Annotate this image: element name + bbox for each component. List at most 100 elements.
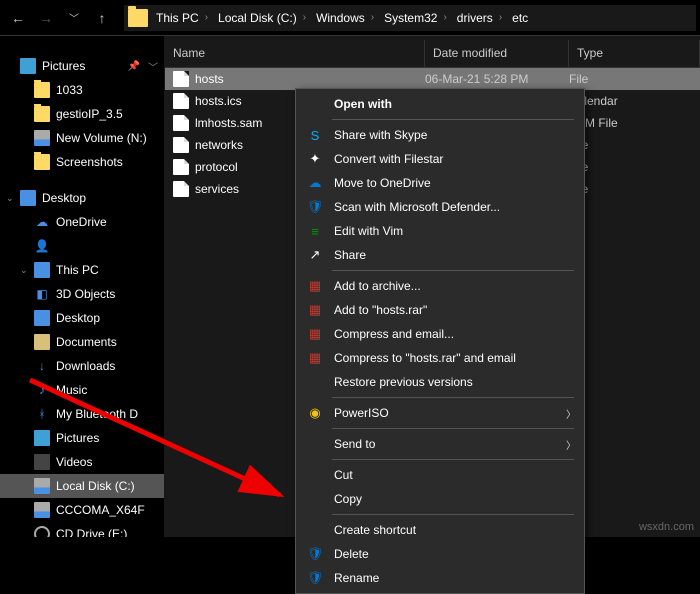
cube-icon: ◧ xyxy=(34,286,50,302)
onedrive-icon: ☁ xyxy=(306,174,324,192)
breadcrumb-item[interactable]: Windows xyxy=(316,11,365,25)
ctx-share[interactable]: ↗Share xyxy=(296,243,584,267)
ctx-label: Add to archive... xyxy=(334,279,421,293)
breadcrumb-item[interactable]: This PC xyxy=(156,11,199,25)
sidebar-quickaccess-pictures[interactable]: Pictures 📌 ﹀ xyxy=(0,54,164,78)
col-type[interactable]: Type xyxy=(569,40,700,67)
defender-icon: 🛡 xyxy=(306,198,324,216)
back-button[interactable]: ← xyxy=(4,4,32,32)
sidebar-desktop[interactable]: ⌄Desktop xyxy=(0,186,164,210)
sidebar-cddrive[interactable]: CD Drive (E:) xyxy=(0,522,164,537)
ctx-rename[interactable]: 🛡 Rename xyxy=(296,566,584,590)
ctx-label: Scan with Microsoft Defender... xyxy=(334,200,500,214)
sidebar-onedrive[interactable]: ☁OneDrive xyxy=(0,210,164,234)
ctx-edit-with-vim[interactable]: ≡ Edit with Vim xyxy=(296,219,584,243)
file-name: hosts.ics xyxy=(195,94,242,108)
share-icon: ↗ xyxy=(306,246,324,264)
tree-label: 3D Objects xyxy=(56,287,115,301)
pin-icon: 📌 xyxy=(128,61,140,72)
pictures-icon xyxy=(34,430,50,446)
ctx-label: Compress and email... xyxy=(334,327,454,341)
ctx-label: Edit with Vim xyxy=(334,224,403,238)
ctx-delete[interactable]: 🛡Delete xyxy=(296,542,584,566)
forward-button[interactable]: → xyxy=(32,4,60,32)
separator xyxy=(332,270,574,271)
ctx-convert-with-filestar[interactable]: ✦Convert with Filestar xyxy=(296,147,584,171)
sidebar-documents[interactable]: Documents xyxy=(0,330,164,354)
vim-icon: ≡ xyxy=(306,222,324,240)
breadcrumb[interactable]: This PC› Local Disk (C:)› Windows› Syste… xyxy=(124,5,696,31)
sidebar-bluetooth[interactable]: ᚼMy Bluetooth D xyxy=(0,402,164,426)
col-name[interactable]: Name xyxy=(165,40,425,67)
tree-label: CD Drive (E:) xyxy=(56,527,127,537)
ctx-scan-with-microsoft-defender[interactable]: 🛡 Scan with Microsoft Defender... xyxy=(296,195,584,219)
ctx-move-to-onedrive[interactable]: ☁Move to OneDrive xyxy=(296,171,584,195)
breadcrumb-item[interactable]: etc xyxy=(512,11,528,25)
sidebar-item-gestioip[interactable]: gestioIP_3.5 xyxy=(0,102,164,126)
sidebar-cccoma[interactable]: CCCOMA_X64F xyxy=(0,498,164,522)
ctx-restore-previous-versions[interactable]: Restore previous versions xyxy=(296,370,584,394)
rar-icon: ▦ xyxy=(306,349,324,367)
tree-label: gestioIP_3.5 xyxy=(56,107,123,121)
ctx-label: Restore previous versions xyxy=(334,375,473,389)
drive-icon xyxy=(34,478,50,494)
history-dropdown[interactable]: ﹀ xyxy=(60,4,88,32)
up-button[interactable]: ↑ xyxy=(88,4,116,32)
ctx-poweriso[interactable]: ◉PowerISO〉 xyxy=(296,401,584,425)
tree-label: Local Disk (C:) xyxy=(56,479,135,493)
file-type: SAM File xyxy=(569,116,700,130)
breadcrumb-item[interactable]: System32 xyxy=(384,11,437,25)
col-date[interactable]: Date modified xyxy=(425,40,569,67)
separator xyxy=(332,397,574,398)
sidebar-music[interactable]: ♪ Music xyxy=(0,378,164,402)
chevron-down-icon: ⌄ xyxy=(20,265,32,276)
ctx-send-to[interactable]: Send to〉 xyxy=(296,432,584,456)
breadcrumb-item[interactable]: drivers xyxy=(457,11,493,25)
sidebar-thispc[interactable]: ⌄This PC xyxy=(0,258,164,282)
sidebar-item-1033[interactable]: 1033 xyxy=(0,78,164,102)
onedrive-icon: ☁ xyxy=(34,214,50,230)
sidebar-tpc-desktop[interactable]: Desktop xyxy=(0,306,164,330)
ctx-label: Cut xyxy=(334,468,353,482)
chevron-right-icon: 〉 xyxy=(566,437,576,452)
ctx-compress-and-email[interactable]: ▦Compress and email... xyxy=(296,322,584,346)
ctx-create-shortcut[interactable]: Create shortcut xyxy=(296,518,584,542)
blank-icon xyxy=(306,95,324,113)
ctx-copy[interactable]: Copy xyxy=(296,487,584,511)
desktop-icon xyxy=(20,190,36,206)
breadcrumb-item[interactable]: Local Disk (C:) xyxy=(218,11,297,25)
separator xyxy=(332,428,574,429)
file-name: lmhosts.sam xyxy=(195,116,262,130)
sidebar-localdisk-c[interactable]: Local Disk (C:) xyxy=(0,474,164,498)
sidebar-videos[interactable]: Videos xyxy=(0,450,164,474)
sidebar-item-newvolume[interactable]: New Volume (N:) xyxy=(0,126,164,150)
sidebar-3dobjects[interactable]: ◧ 3D Objects xyxy=(0,282,164,306)
tree-label: Videos xyxy=(56,455,92,469)
ctx-add-to-archive[interactable]: ▦Add to archive... xyxy=(296,274,584,298)
ctx-open-with[interactable]: Open with xyxy=(296,92,584,116)
download-icon: ↓ xyxy=(34,358,50,374)
drive-icon xyxy=(34,130,50,146)
file-name: networks xyxy=(195,138,243,152)
sidebar-tpc-pictures[interactable]: Pictures xyxy=(0,426,164,450)
ctx-label: Convert with Filestar xyxy=(334,152,443,166)
sidebar-item-screenshots[interactable]: Screenshots xyxy=(0,150,164,174)
file-icon xyxy=(173,181,189,197)
music-icon: ♪ xyxy=(34,382,50,398)
video-icon xyxy=(34,454,50,470)
tree-label: Screenshots xyxy=(56,155,123,169)
shield-icon: 🛡 xyxy=(306,569,324,587)
ctx-add-to-hosts-rar[interactable]: ▦Add to "hosts.rar" xyxy=(296,298,584,322)
folder-icon xyxy=(34,82,50,98)
blank-icon xyxy=(306,435,324,453)
sidebar-downloads[interactable]: ↓Downloads xyxy=(0,354,164,378)
ctx-label: Compress to "hosts.rar" and email xyxy=(334,351,516,365)
address-bar: ← → ﹀ ↑ This PC› Local Disk (C:)› Window… xyxy=(0,0,700,36)
ctx-compress-to-hosts-rar-and-email[interactable]: ▦ Compress to "hosts.rar" and email xyxy=(296,346,584,370)
file-row[interactable]: hosts06-Mar-21 5:28 PMFile xyxy=(165,68,700,90)
ctx-share-with-skype[interactable]: SShare with Skype xyxy=(296,123,584,147)
ctx-label: Rename xyxy=(334,571,379,585)
sidebar-user[interactable]: 👤 xyxy=(0,234,164,258)
tree-label: Music xyxy=(56,383,87,397)
ctx-cut[interactable]: Cut xyxy=(296,463,584,487)
